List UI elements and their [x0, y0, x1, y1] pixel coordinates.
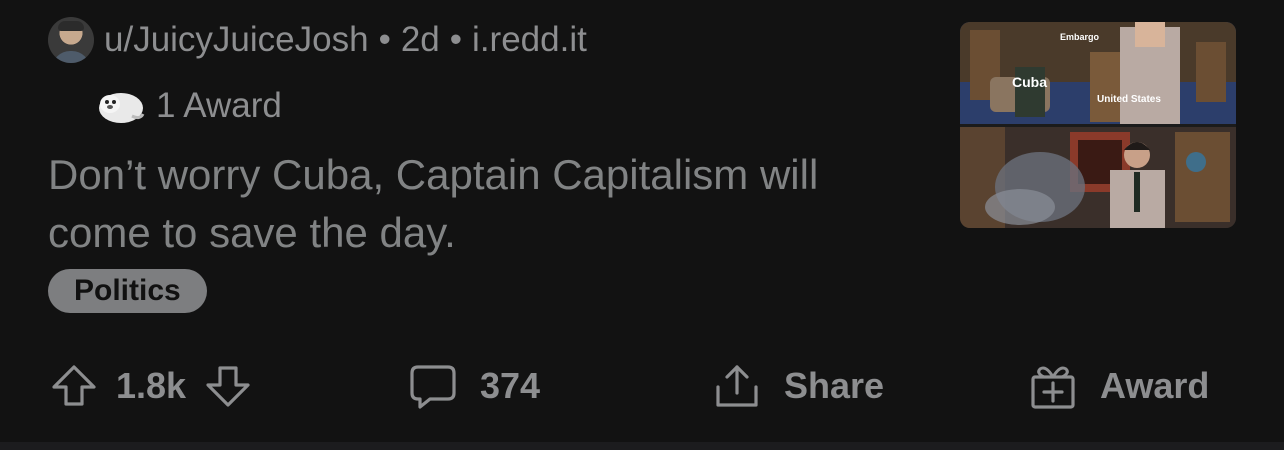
gift-icon [1028, 361, 1078, 411]
share-label: Share [784, 365, 885, 406]
divider [0, 442, 1284, 450]
vote-group: 1.8k [50, 356, 252, 416]
post-meta: u/JuicyJuiceJosh • 2d • i.redd.it [48, 16, 587, 64]
post-thumbnail[interactable]: Embargo Cuba United States [960, 22, 1236, 228]
awards-row[interactable]: 1 Award [96, 84, 282, 128]
flair-badge[interactable]: Politics [48, 269, 207, 313]
author-name[interactable]: u/JuicyJuiceJosh [104, 20, 369, 60]
thumbnail-label-united-states: United States [1097, 94, 1161, 105]
comment-count: 374 [480, 365, 541, 406]
awards-count: 1 Award [156, 86, 282, 125]
thumbnail-label-embargo: Embargo [1060, 32, 1100, 42]
meta-separator: • [449, 20, 463, 59]
award-label: Award [1100, 365, 1210, 406]
speech-bubble-icon [408, 361, 458, 411]
share-icon [712, 361, 762, 411]
author-avatar[interactable] [48, 17, 94, 63]
arrow-down-icon[interactable] [204, 362, 252, 410]
post-title[interactable]: Don’t worry Cuba, Captain Capitalism wil… [48, 146, 928, 262]
post-age: 2d [400, 20, 440, 59]
meta-separator: • [378, 20, 391, 59]
share-button[interactable]: Share [712, 356, 884, 416]
comments-button[interactable]: 374 [408, 356, 540, 416]
thumbnail-label-cuba: Cuba [1012, 74, 1047, 90]
post-domain[interactable]: i.redd.it [472, 20, 587, 60]
arrow-up-icon[interactable] [50, 362, 98, 410]
post-action-bar: 1.8k 374 Share Award [0, 356, 1284, 416]
award-button[interactable]: Award [1028, 356, 1209, 416]
seal-award-icon [96, 86, 146, 126]
vote-count: 1.8k [116, 365, 187, 406]
